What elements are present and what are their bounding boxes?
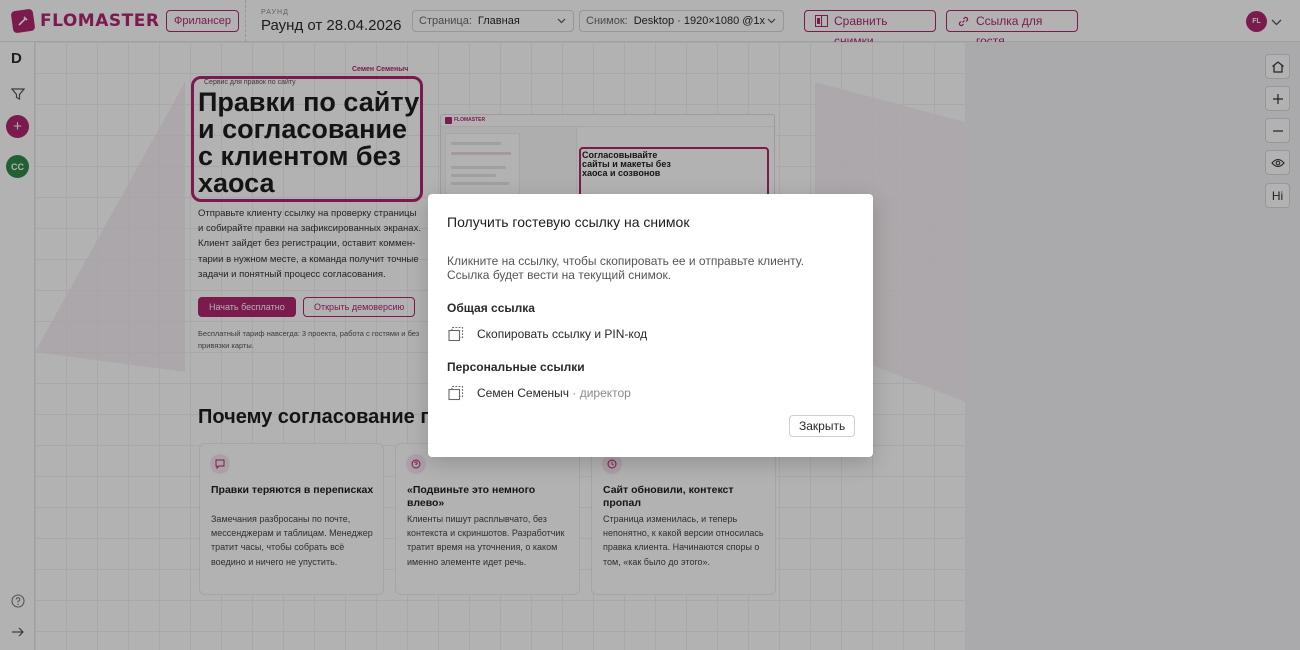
personal-link-item[interactable]: Семен Семеныч · директор [447,383,631,403]
dialog-description: Кликните на ссылку, чтобы скопировать ее… [447,254,804,282]
personal-link-separator: · [572,386,577,400]
copy-shared-link[interactable]: Скопировать ссылку и PIN-код [447,324,647,344]
dialog-title: Получить гостевую ссылку на снимок [447,214,690,230]
shared-link-heading: Общая ссылка [447,301,535,315]
copy-icon [448,326,464,342]
guest-link-dialog: Получить гостевую ссылку на снимок Кликн… [428,194,873,457]
copy-shared-link-label: Скопировать ссылку и PIN-код [477,327,648,341]
personal-links-heading: Персональные ссылки [447,360,585,374]
copy-icon [448,385,464,401]
personal-link-role: директор [579,386,631,400]
personal-link-name: Семен Семеныч [477,386,569,400]
close-button[interactable]: Закрыть [789,415,856,437]
